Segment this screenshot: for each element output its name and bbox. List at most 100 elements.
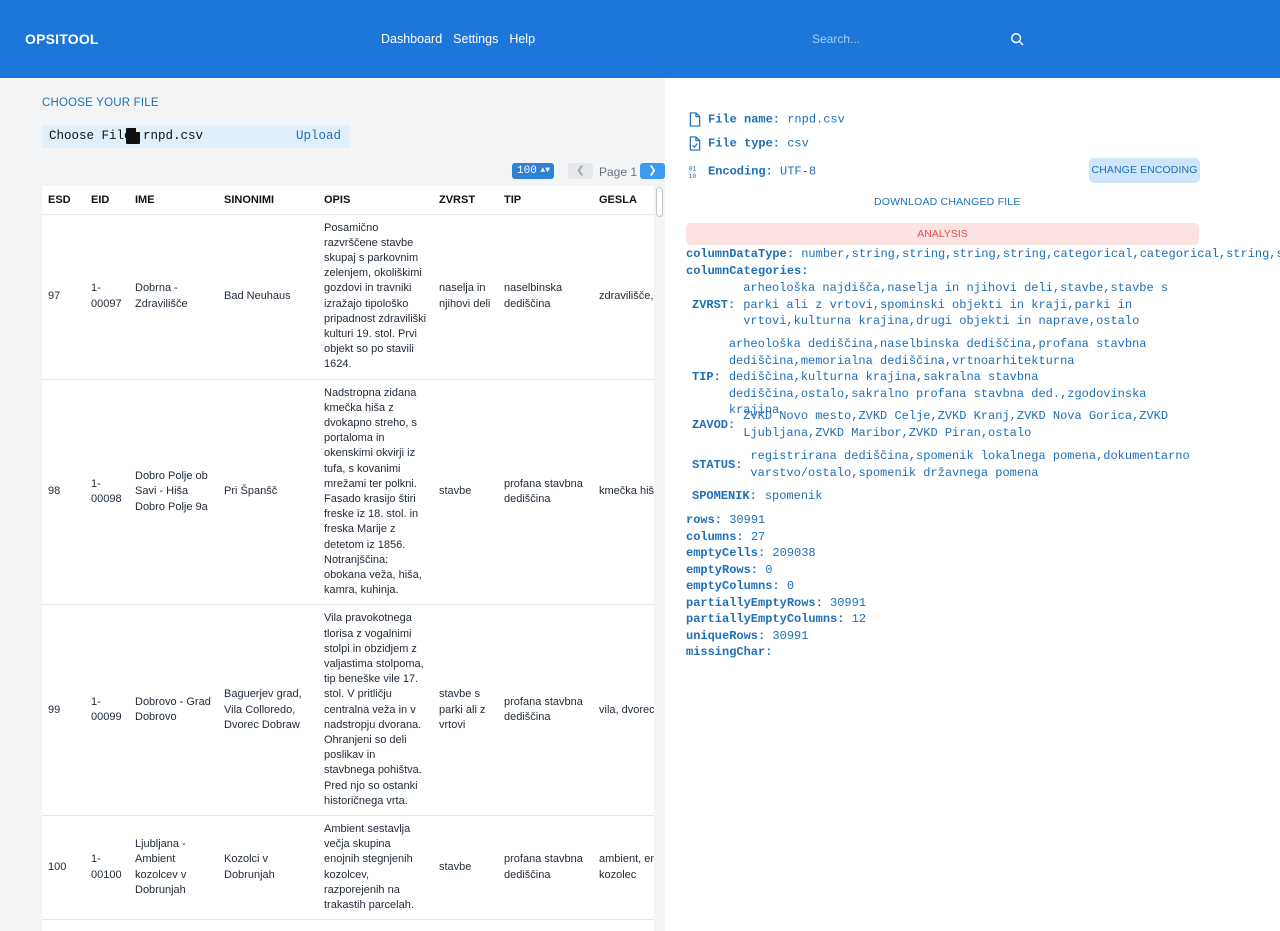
stat-unique-rows: uniqueRows: 30991	[686, 629, 808, 643]
table-cell: kmečka hiš freska	[593, 379, 654, 606]
stat-value: 30991	[772, 629, 809, 643]
nav-settings[interactable]: Settings	[453, 32, 498, 46]
category-key: ZAVOD:	[692, 417, 736, 432]
choose-file-button[interactable]: Choose File	[49, 129, 132, 143]
table-header-row: ESD EID IME SINONIMI OPIS ZVRST TIP GESL…	[42, 186, 654, 215]
file-name-value: rnpd.csv	[787, 112, 845, 127]
prev-page-button[interactable]: ❮	[568, 163, 593, 179]
stat-key: missingChar:	[686, 645, 773, 659]
table-cell: Pri Španšč	[218, 379, 318, 606]
table-cell: 1-00100	[85, 815, 129, 921]
stat-empty-columns: emptyColumns: 0	[686, 579, 794, 593]
encoding-row: 01 10 Encoding: UTF-8	[688, 164, 816, 179]
stat-key: uniqueRows:	[686, 629, 766, 643]
table-cell: zdravilišče, park	[593, 214, 654, 380]
table-cell: profana stavbna dediščina	[498, 379, 593, 606]
change-encoding-button[interactable]: CHANGE ENCODING	[1089, 158, 1200, 183]
column-data-type-row: columnDataType: number,string,string,str…	[686, 247, 1280, 261]
category-zvrst: ZVRST: arheološka najdišča,naselja in nj…	[692, 280, 1192, 330]
page-indicator: Page 1	[599, 165, 638, 179]
table-cell: Ambient sestavlja večja skupina enojnih …	[318, 815, 433, 921]
binary-icon: 0110	[688, 166, 696, 179]
stat-key: emptyColumns:	[686, 579, 780, 593]
selected-file-name: rnpd.csv	[143, 129, 204, 143]
stat-value: 209038	[772, 546, 816, 560]
file-type-value: csv	[787, 136, 809, 151]
category-zavod: ZAVOD: ZVKD Novo mesto,ZVKD Celje,ZVKD K…	[692, 408, 1192, 441]
file-name-label: File name:	[708, 112, 781, 127]
data-table: ESD EID IME SINONIMI OPIS ZVRST TIP GESL…	[42, 186, 654, 921]
analysis-key: columnCategories:	[686, 264, 809, 278]
data-panel: CHOOSE YOUR FILE Choose File rnpd.csv Up…	[0, 78, 665, 931]
nav-dashboard[interactable]: Dashboard	[381, 32, 442, 46]
category-key: TIP:	[692, 370, 721, 385]
table-row[interactable]: 97 1-00097 Dobrna - Zdravilišče Bad Neuh…	[42, 214, 654, 380]
stat-empty-rows: emptyRows: 0	[686, 563, 772, 577]
rows-per-page-select[interactable]: 100 ▲▼	[512, 163, 554, 179]
file-icon	[126, 128, 140, 144]
table-cell: Kozolci v Dobrunjah	[218, 815, 318, 921]
category-key: SPOMENIK:	[692, 489, 757, 504]
search-box	[804, 24, 1034, 54]
table-scrollbar-thumb[interactable]	[656, 187, 663, 217]
column-header[interactable]: ZVRST	[433, 186, 498, 215]
category-tip: TIP: arheološka dediščina,naselbinska de…	[692, 336, 1192, 419]
category-value: spomenik	[764, 489, 823, 503]
stat-key: emptyRows:	[686, 563, 759, 577]
download-changed-file-link[interactable]: DOWNLOAD CHANGED FILE	[874, 196, 1021, 208]
table-cell: vila, dvorec vrtom	[593, 604, 654, 817]
table-cell: ambient, en kozolec	[593, 815, 654, 921]
top-navbar: OPSITOOL Dashboard Settings Help	[0, 0, 1280, 78]
nav-help[interactable]: Help	[509, 32, 535, 46]
category-value: arheološka dediščina,naselbinska dedišči…	[728, 337, 1147, 417]
stat-rows: rows: 30991	[686, 513, 765, 527]
category-status: STATUS: registrirana dediščina,spomenik …	[692, 448, 1192, 481]
table-cell: stavbe	[433, 379, 498, 606]
column-header[interactable]: IME	[129, 186, 218, 215]
table-row[interactable]: 99 1-00099 Dobrovo - Grad Dobrovo Baguer…	[42, 604, 654, 817]
column-header[interactable]: ESD	[42, 186, 85, 215]
column-header[interactable]: SINONIMI	[218, 186, 318, 215]
column-header[interactable]: GESLA	[593, 186, 654, 215]
stat-partially-empty-rows: partiallyEmptyRows: 30991	[686, 596, 866, 610]
file-type-label: File type:	[708, 136, 781, 151]
rows-per-page-value: 100	[517, 165, 537, 177]
stat-key: partiallyEmptyColumns:	[686, 612, 845, 626]
table-cell: naselbinska dediščina	[498, 214, 593, 380]
search-icon[interactable]	[1010, 32, 1024, 46]
analysis-value: number,string,string,string,string,categ…	[801, 247, 1280, 261]
table-row[interactable]: 100 1-00100 Ljubljana - Ambient kozolcev…	[42, 815, 654, 921]
table-cell: stavbe s parki ali z vrtovi	[433, 604, 498, 817]
table-cell: 1-00097	[85, 214, 129, 380]
select-arrows-icon: ▲▼	[540, 166, 550, 175]
file-info-panel: File name: rnpd.csv File type: csv 01 10 E…	[665, 78, 1280, 931]
encoding-value: UTF-8	[780, 164, 817, 179]
analysis-key: columnDataType:	[686, 247, 795, 261]
analysis-header[interactable]: ANALYSIS	[686, 223, 1199, 245]
table-cell: stavbe	[433, 815, 498, 921]
table-cell: profana stavbna dediščina	[498, 815, 593, 921]
stat-key: partiallyEmptyRows:	[686, 596, 823, 610]
category-value: registrirana dediščina,spomenik lokalneg…	[750, 449, 1190, 480]
svg-text:10: 10	[688, 173, 696, 179]
column-header[interactable]: TIP	[498, 186, 593, 215]
column-header[interactable]: EID	[85, 186, 129, 215]
upload-button[interactable]: Upload	[296, 129, 341, 143]
stat-value: 0	[765, 563, 773, 577]
table-cell: 1-00099	[85, 604, 129, 817]
stat-columns: columns: 27	[686, 530, 765, 544]
column-header[interactable]: OPIS	[318, 186, 433, 215]
table-cell: 98	[42, 379, 85, 606]
category-value: arheološka najdišča,naselja in njihovi d…	[743, 281, 1169, 328]
table-cell: Vila pravokotnega tlorisa z vogalnimi st…	[318, 604, 433, 817]
choose-file-label: CHOOSE YOUR FILE	[42, 97, 159, 109]
stat-key: emptyCells:	[686, 546, 766, 560]
next-page-button[interactable]: ❯	[640, 163, 665, 179]
table-row[interactable]: 98 1-00098 Dobro Polje ob Savi - Hiša Do…	[42, 379, 654, 606]
stat-value: 12	[851, 612, 867, 626]
app-brand[interactable]: OPSITOOL	[25, 31, 99, 47]
stat-partially-empty-columns: partiallyEmptyColumns: 12	[686, 612, 866, 626]
data-table-container[interactable]: ESD EID IME SINONIMI OPIS ZVRST TIP GESL…	[42, 186, 654, 931]
table-cell: Posamično razvrščene stavbe skupaj s par…	[318, 214, 433, 380]
search-input[interactable]	[804, 24, 1034, 54]
